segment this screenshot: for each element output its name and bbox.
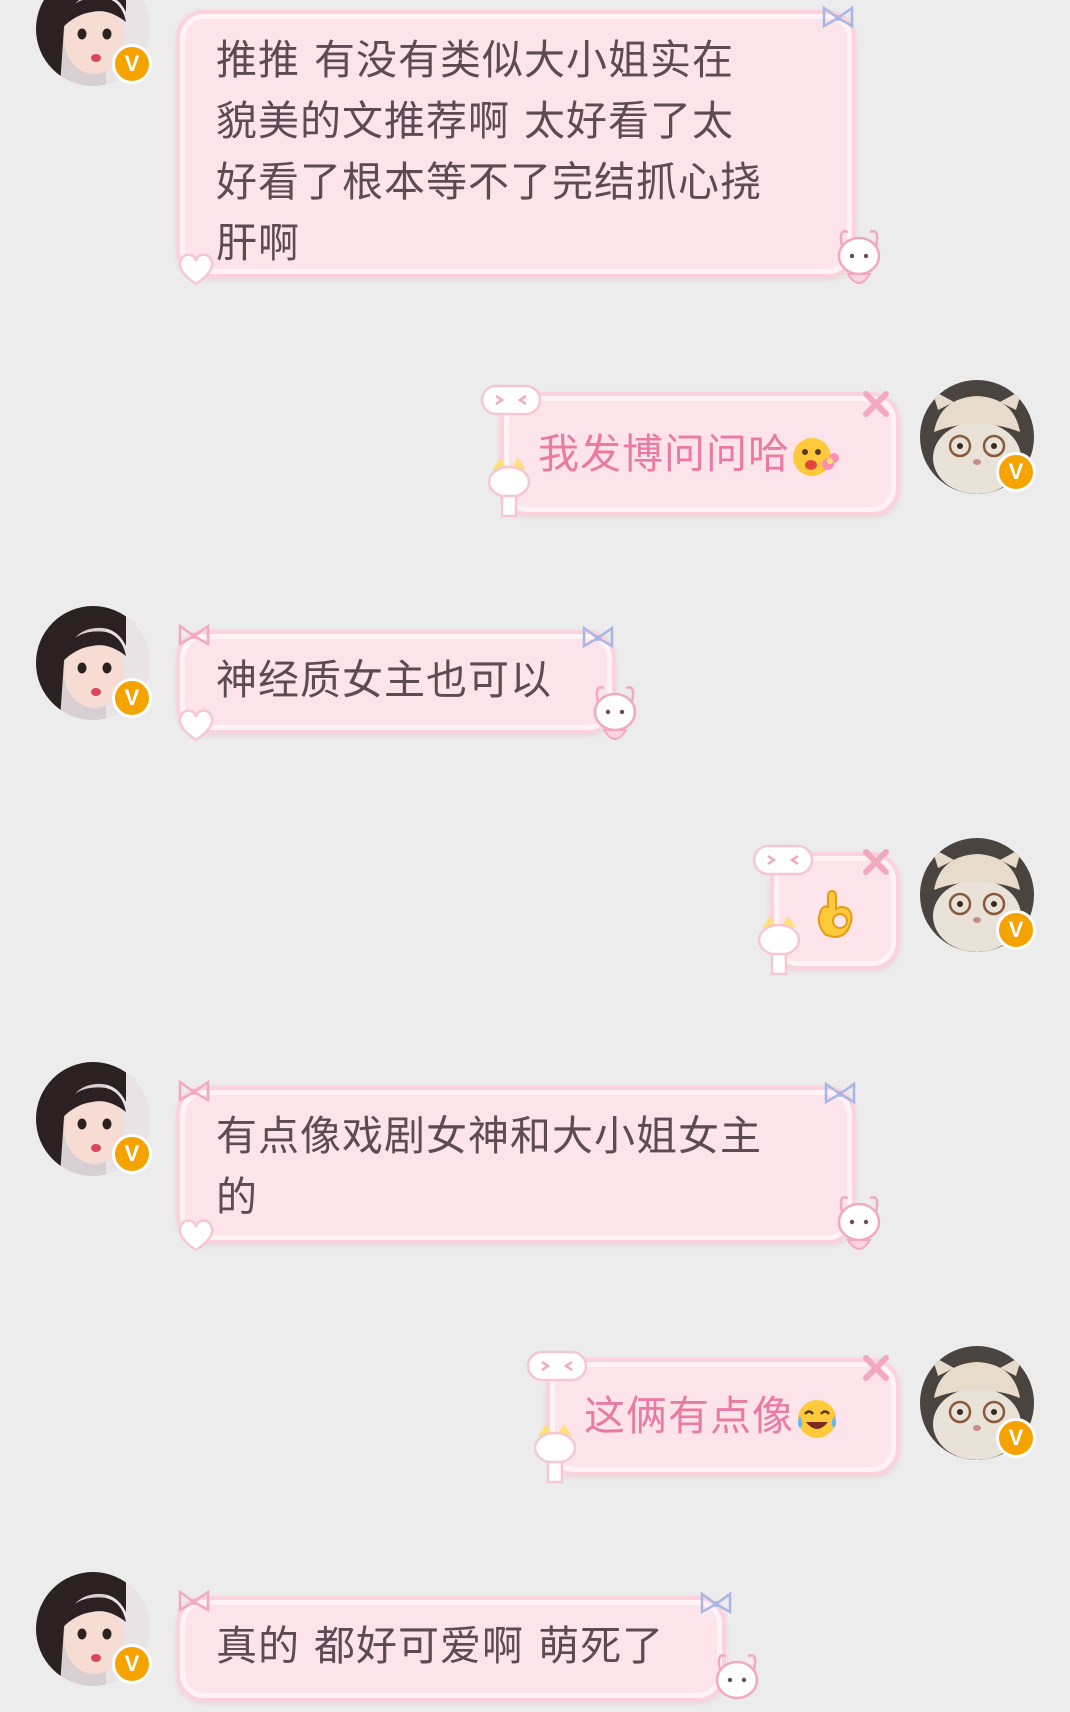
message-text: 神经质女主也可以 bbox=[216, 656, 552, 704]
verified-badge-label: V bbox=[1008, 1425, 1024, 1450]
verified-badge-label: V bbox=[124, 1651, 140, 1676]
message-bubble[interactable]: 真的 都好可爱啊 萌死了 bbox=[176, 1596, 726, 1702]
message-text: 推推 有没有类似大小姐实在 貌美的文推荐啊 太好看了太 好看了根本等不了完结抓心… bbox=[216, 36, 762, 267]
avatar[interactable]: V bbox=[920, 838, 1036, 952]
avatar[interactable]: V bbox=[36, 1572, 152, 1686]
tears-of-joy-emoji-icon bbox=[798, 1400, 836, 1438]
message-bubble[interactable]: 我发博问问哈 bbox=[500, 392, 900, 516]
ok-hand-emoji-icon bbox=[817, 889, 853, 939]
verified-badge-label: V bbox=[1008, 917, 1024, 942]
message-bubble[interactable] bbox=[770, 852, 900, 970]
message-text: 这俩有点像 bbox=[584, 1392, 794, 1440]
message-bubble[interactable]: 推推 有没有类似大小姐实在 貌美的文推荐啊 太好看了太 好看了根本等不了完结抓心… bbox=[176, 10, 856, 278]
verified-badge-label: V bbox=[1008, 459, 1024, 484]
verified-badge-label: V bbox=[124, 1141, 140, 1166]
avatar[interactable]: V bbox=[36, 1062, 152, 1176]
message-bubble[interactable]: 有点像戏剧女神和大小姐女主 的 bbox=[176, 1086, 856, 1244]
avatar[interactable]: V bbox=[36, 0, 152, 86]
message-text: 我发博问问哈 bbox=[538, 430, 790, 478]
verified-badge: V bbox=[112, 678, 152, 718]
verified-badge-label: V bbox=[124, 685, 140, 710]
flower-face-emoji-icon bbox=[793, 438, 839, 476]
verified-badge: V bbox=[112, 1644, 152, 1684]
message-bubble[interactable]: 神经质女主也可以 bbox=[176, 630, 616, 734]
message-bubble[interactable]: 这俩有点像 bbox=[546, 1358, 900, 1476]
chat-thread: V 推推 有没有类似大小姐实在 貌美的文推荐啊 太好看了太 好看了根本等不了完结… bbox=[0, 0, 1070, 1712]
avatar[interactable]: V bbox=[36, 606, 152, 720]
verified-badge: V bbox=[112, 1134, 152, 1174]
verified-badge: V bbox=[996, 910, 1036, 950]
verified-badge: V bbox=[996, 452, 1036, 492]
verified-badge: V bbox=[112, 44, 152, 84]
verified-badge-label: V bbox=[124, 51, 140, 76]
message-text: 真的 都好可爱啊 萌死了 bbox=[216, 1622, 665, 1670]
avatar[interactable]: V bbox=[920, 380, 1036, 494]
avatar[interactable]: V bbox=[920, 1346, 1036, 1460]
message-text: 有点像戏剧女神和大小姐女主 的 bbox=[216, 1112, 762, 1221]
verified-badge: V bbox=[996, 1418, 1036, 1458]
